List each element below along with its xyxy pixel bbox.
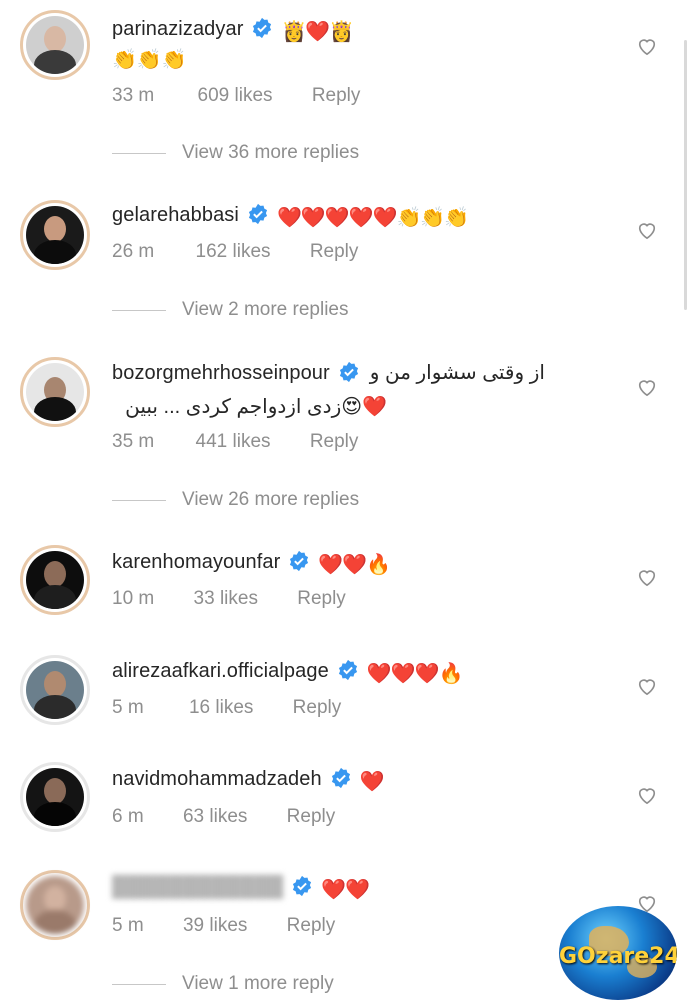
view-more-replies[interactable]: View 1 more reply: [112, 973, 334, 995]
username[interactable]: ████████████: [112, 876, 283, 898]
username[interactable]: parinazizadyar: [112, 18, 243, 40]
comment-emojis: ❤️: [359, 771, 385, 793]
comment-emojis: ❤️❤️: [321, 879, 370, 901]
comment-meta: 26 m 162 likes Reply: [112, 241, 358, 263]
like-count[interactable]: 63 likes: [183, 806, 247, 828]
avatar-image: [26, 661, 84, 719]
verified-badge-icon: [293, 875, 312, 897]
comment-time: 26 m: [112, 241, 155, 262]
watermark-logo: GOzare24: [559, 906, 677, 1000]
reply-button[interactable]: Reply: [312, 85, 361, 107]
divider-line: [112, 983, 166, 985]
avatar-image: [26, 363, 84, 421]
view-more-replies[interactable]: View 36 more replies: [112, 142, 359, 164]
avatar-image: [26, 206, 84, 264]
avatar[interactable]: [20, 870, 90, 940]
divider-line: [112, 499, 166, 501]
comment-time: 35 m: [112, 431, 155, 452]
avatar[interactable]: [20, 655, 90, 725]
scrollbar[interactable]: [684, 40, 687, 310]
comment-meta: 6 m 63 likes Reply: [112, 806, 335, 828]
avatar-image: [26, 16, 84, 74]
comment-time: 5 m: [112, 697, 144, 718]
watermark-text: GOzare24: [559, 944, 677, 969]
reply-button[interactable]: Reply: [287, 915, 336, 937]
view-more-label[interactable]: View 2 more replies: [182, 299, 349, 321]
comment-text: 👏👏👏: [112, 49, 187, 71]
comment-meta: 5 m 16 likes Reply: [112, 697, 341, 719]
avatar[interactable]: [20, 10, 90, 80]
like-count[interactable]: 609 likes: [198, 85, 273, 107]
verified-badge-icon: [253, 17, 272, 39]
comment-time: 10 m: [112, 588, 155, 609]
username[interactable]: navidmohammadzadeh: [112, 768, 322, 790]
avatar-image: [26, 551, 84, 609]
comment-emojis: ❤️❤️❤️🔥: [366, 663, 464, 685]
reply-button[interactable]: Reply: [310, 241, 359, 263]
like-count[interactable]: 16 likes: [189, 697, 253, 719]
comment-meta: 35 m 441 likes Reply: [112, 431, 358, 453]
view-more-label[interactable]: View 26 more replies: [182, 489, 359, 511]
divider-line: [112, 309, 166, 311]
username[interactable]: bozorgmehrhosseinpour: [112, 362, 330, 384]
username-line: bozorgmehrhosseinpour از وقتی سشوار من و: [112, 360, 545, 385]
comment-text: از وقتی سشوار من و: [369, 362, 545, 384]
reply-button[interactable]: Reply: [287, 806, 336, 828]
username-line: parinazizadyar 👸❤️👸: [112, 17, 354, 44]
comment-text-line2: ❤️😍زدی ازدواجم کردی ... ببین: [125, 396, 387, 418]
like-count[interactable]: 162 likes: [196, 241, 271, 263]
comment-emojis: ❤️❤️❤️❤️❤️👏👏👏: [276, 207, 469, 229]
username[interactable]: karenhomayounfar: [112, 551, 280, 573]
reply-button[interactable]: Reply: [293, 697, 342, 719]
comment-time: 33 m: [112, 85, 155, 106]
comment-meta: 33 m 609 likes Reply: [112, 85, 360, 107]
heart-outline-icon[interactable]: [636, 36, 658, 56]
comment-emojis: 👸❤️👸: [281, 21, 354, 43]
like-count[interactable]: 39 likes: [183, 915, 247, 937]
comment-time: 5 m: [112, 915, 144, 936]
comment-meta: 10 m 33 likes Reply: [112, 588, 346, 610]
heart-outline-icon[interactable]: [636, 567, 658, 587]
like-count[interactable]: 441 likes: [196, 431, 271, 453]
heart-outline-icon[interactable]: [636, 676, 658, 696]
heart-outline-icon[interactable]: [636, 377, 658, 397]
verified-badge-icon: [248, 203, 268, 225]
verified-badge-icon: [338, 659, 357, 681]
username[interactable]: gelarehabbasi: [112, 204, 239, 226]
divider-line: [112, 152, 166, 154]
heart-outline-icon[interactable]: [636, 220, 658, 240]
avatar[interactable]: [20, 357, 90, 427]
verified-badge-icon: [290, 550, 309, 572]
avatar-image: [26, 768, 84, 826]
view-more-replies[interactable]: View 26 more replies: [112, 489, 359, 511]
reply-button[interactable]: Reply: [297, 588, 346, 610]
verified-badge-icon: [339, 361, 358, 383]
view-more-replies[interactable]: View 2 more replies: [112, 299, 349, 321]
comment-time: 6 m: [112, 806, 144, 827]
reply-button[interactable]: Reply: [310, 431, 359, 453]
view-more-label[interactable]: View 1 more reply: [182, 973, 334, 995]
username-line: navidmohammadzadeh ❤️: [112, 767, 385, 794]
username-line: gelarehabbasi ❤️❤️❤️❤️❤️👏👏👏: [112, 203, 469, 230]
username[interactable]: alirezaafkari.officialpage: [112, 660, 329, 682]
like-count[interactable]: 33 likes: [194, 588, 258, 610]
heart-outline-icon[interactable]: [636, 785, 658, 805]
avatar[interactable]: [20, 762, 90, 832]
comment-emojis: ❤️❤️🔥: [318, 554, 391, 576]
username-line: alirezaafkari.officialpage ❤️❤️❤️🔥: [112, 659, 464, 686]
username-line: karenhomayounfar ❤️❤️🔥: [112, 550, 391, 577]
comment-meta: 5 m 39 likes Reply: [112, 915, 335, 937]
verified-badge-icon: [331, 767, 350, 789]
avatar-image: [26, 876, 84, 934]
avatar[interactable]: [20, 545, 90, 615]
avatar[interactable]: [20, 200, 90, 270]
username-line: ████████████ ❤️❤️: [112, 875, 370, 902]
view-more-label[interactable]: View 36 more replies: [182, 142, 359, 164]
